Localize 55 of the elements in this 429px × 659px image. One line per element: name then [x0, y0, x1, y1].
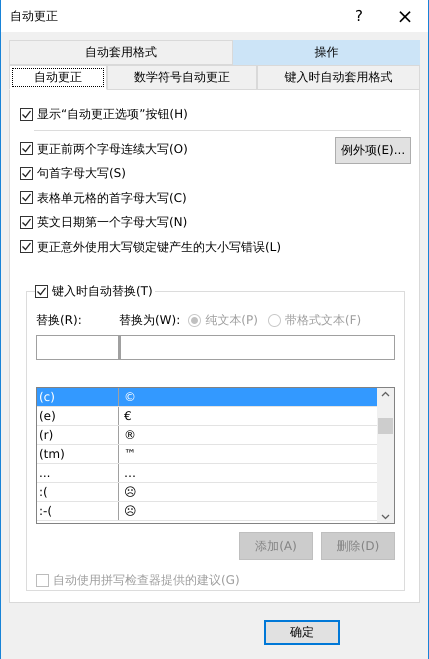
checkbox-label: 更正意外使用大写锁定键产生的大小写错误(L) — [37, 240, 282, 254]
checkbox[interactable] — [20, 166, 33, 180]
list-cell: :( — [37, 483, 119, 501]
list-cell: ... — [37, 464, 119, 482]
list-row[interactable]: (tm) ™ — [37, 445, 377, 464]
checkbox[interactable] — [20, 216, 33, 229]
help-button[interactable]: ? — [336, 0, 382, 32]
window-title: 自动更正 — [10, 8, 59, 24]
exceptions-button[interactable]: 例外项(E)... — [335, 136, 411, 164]
list-row[interactable]: ... … — [37, 464, 377, 483]
list-cell: (r) — [37, 426, 119, 444]
list-cell-text: ™ — [123, 446, 136, 463]
list-cell-text: ® — [123, 426, 136, 444]
list-row[interactable]: (e) € — [37, 407, 377, 426]
checkbox-label: 表格单元格的首字母大写(C) — [37, 190, 187, 205]
scrollbar[interactable] — [377, 388, 394, 523]
checkbox[interactable] — [20, 108, 33, 121]
replace-with-field[interactable] — [119, 335, 395, 360]
list-cell-text: © — [123, 388, 136, 406]
list-cell-text: … — [123, 464, 136, 482]
checkbox[interactable] — [35, 284, 48, 298]
close-button[interactable]: × — [382, 0, 428, 32]
field-label: 替换(R): — [36, 312, 83, 328]
list-cell: (tm) — [37, 445, 119, 463]
checkbox-label: 自动使用拼写检查器提供的建议(G) — [53, 573, 240, 588]
scroll-up-icon[interactable] — [381, 391, 390, 397]
checkbox[interactable] — [20, 142, 33, 156]
list-cell-text: € — [123, 408, 132, 425]
checkbox[interactable] — [20, 240, 33, 254]
list-cell: (c) — [37, 388, 119, 406]
field-label: 替换为(W): — [119, 312, 180, 328]
tab[interactable]: 数学符号自动更正 — [107, 65, 257, 90]
checkbox-label: 显示“自动更正选项”按钮(H) — [37, 107, 188, 122]
scroll-down-icon[interactable] — [381, 514, 390, 520]
radio-label: 纯文本(P) — [205, 312, 258, 328]
tab[interactable]: 键入时自动套用格式 — [257, 65, 420, 90]
list-row[interactable]: :( ☹ — [37, 483, 377, 502]
tab[interactable]: 操作 — [233, 40, 420, 65]
checkbox-label: 句首字母大写(S) — [37, 166, 126, 180]
checkbox-label: 英文日期第一个字母大写(N) — [37, 215, 188, 230]
list-cell-text: ☹ — [123, 502, 137, 520]
checkbox-label: 键入时自动替换(T) — [52, 284, 153, 298]
list-cell: (e) — [37, 407, 119, 425]
list-row[interactable]: :-( ☹ — [37, 502, 377, 521]
ok-button[interactable]: 确定 — [264, 620, 340, 645]
checkbox-label: 更正前两个字母连续大写(O) — [37, 142, 188, 156]
replace-field[interactable] — [36, 335, 119, 360]
radio-label: 带格式文本(F) — [284, 312, 362, 328]
list-cell: :-( — [37, 502, 119, 520]
scroll-thumb[interactable] — [378, 418, 393, 434]
tab[interactable]: 自动更正 — [9, 65, 107, 90]
list-cell-text: ☹ — [123, 484, 137, 501]
tab[interactable]: 自动套用格式 — [9, 40, 233, 65]
list-row[interactable]: (r) ® — [37, 426, 377, 445]
checkbox[interactable] — [20, 191, 33, 204]
